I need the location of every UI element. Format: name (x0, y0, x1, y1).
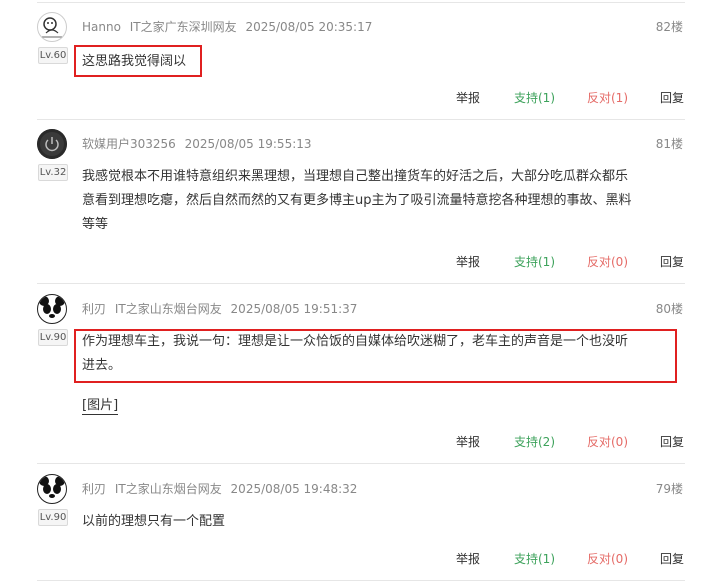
avatar-sketch-icon (42, 17, 62, 38)
oppose-button[interactable]: 反对(0) (587, 433, 628, 450)
comment-meta: 软媒用户303256 2025/08/05 19:55:13 (82, 135, 317, 152)
timestamp: 2025/08/05 19:55:13 (184, 137, 312, 151)
divider (37, 463, 685, 464)
reply-button[interactable]: 回复 (660, 89, 684, 106)
report-button[interactable]: 举报 (456, 89, 480, 106)
highlight-box (74, 45, 202, 77)
report-button[interactable]: 举报 (456, 433, 480, 450)
timestamp: 2025/08/05 19:51:37 (230, 302, 358, 316)
timestamp: 2025/08/05 19:48:32 (230, 482, 358, 496)
text-line: 意看到理想吃瘪，然后自然而然的又有更多博主up主为了吸引流量特意挖各种理想的事故… (82, 193, 632, 208)
image-link[interactable]: [图片] (82, 398, 119, 415)
reply-button[interactable]: 回复 (660, 433, 684, 450)
floor-number: 81楼 (655, 137, 683, 151)
username[interactable]: Hanno (82, 20, 121, 34)
text-line: 等等 (82, 217, 109, 232)
reply-button[interactable]: 回复 (660, 550, 684, 567)
user-location: IT之家山东烟台网友 (114, 302, 222, 316)
user-level-badge: Lv.90 (38, 329, 68, 346)
panda-avatar-icon (39, 476, 65, 502)
reply-button[interactable]: 回复 (660, 253, 684, 270)
support-button[interactable]: 支持(1) (514, 253, 555, 270)
user-location: IT之家广东深圳网友 (129, 20, 237, 34)
report-button[interactable]: 举报 (456, 253, 480, 270)
floor-number: 82楼 (655, 20, 683, 34)
support-button[interactable]: 支持(1) (514, 89, 555, 106)
avatar[interactable] (37, 12, 67, 42)
support-button[interactable]: 支持(1) (514, 550, 555, 567)
divider (37, 580, 685, 581)
floor-number: 79楼 (655, 482, 683, 496)
avatar[interactable] (37, 294, 67, 324)
floor-number: 80楼 (655, 302, 683, 316)
user-level-badge: Lv.32 (38, 164, 68, 181)
comment-meta: 利刃 IT之家山东烟台网友 2025/08/05 19:51:37 (82, 300, 362, 317)
comment-text: 我感觉根本不用谁特意组织来黑理想，当理想自己整出撞货车的好活之后，大部分吃瓜群众… (82, 165, 677, 237)
text-line: 我感觉根本不用谁特意组织来黑理想，当理想自己整出撞货车的好活之后，大部分吃瓜群众… (82, 169, 629, 184)
comment-text: 以前的理想只有一个配置 (82, 514, 226, 529)
divider (37, 283, 685, 284)
panda-avatar-icon (39, 296, 65, 322)
username[interactable]: 软媒用户303256 (82, 137, 176, 151)
oppose-button[interactable]: 反对(0) (587, 550, 628, 567)
user-level-badge: Lv.60 (38, 47, 68, 64)
avatar[interactable] (37, 474, 67, 504)
highlight-box (74, 329, 677, 383)
timestamp: 2025/08/05 20:35:17 (245, 20, 373, 34)
oppose-button[interactable]: 反对(1) (587, 89, 628, 106)
user-location: IT之家山东烟台网友 (114, 482, 222, 496)
divider (37, 119, 685, 120)
avatar[interactable] (37, 129, 67, 159)
oppose-button[interactable]: 反对(0) (587, 253, 628, 270)
comment-meta: Hanno IT之家广东深圳网友 2025/08/05 20:35:17 (82, 18, 377, 35)
support-button[interactable]: 支持(2) (514, 433, 555, 450)
divider (37, 2, 685, 3)
username[interactable]: 利刃 (82, 482, 106, 496)
username[interactable]: 利刃 (82, 302, 106, 316)
comment-meta: 利刃 IT之家山东烟台网友 2025/08/05 19:48:32 (82, 480, 362, 497)
report-button[interactable]: 举报 (456, 550, 480, 567)
power-icon (37, 129, 67, 159)
user-level-badge: Lv.90 (38, 509, 68, 526)
